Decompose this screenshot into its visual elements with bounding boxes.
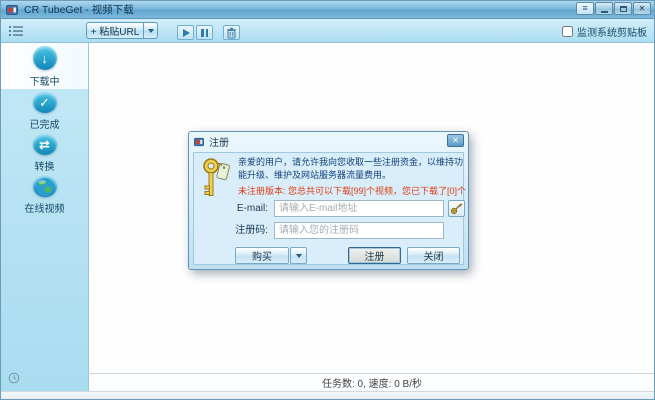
- maximize-button[interactable]: [614, 2, 632, 15]
- register-button[interactable]: 注册: [348, 247, 401, 264]
- app-icon: [6, 4, 18, 16]
- key-tag-icon: [202, 157, 232, 206]
- list-view-button[interactable]: [9, 25, 24, 37]
- delete-download-button[interactable]: [223, 25, 240, 40]
- minimize-icon: [601, 11, 608, 13]
- email-label: E-mail:: [194, 200, 268, 217]
- dialog-message: 亲爱的用户，请允许我向您收取一些注册资金，以维持功能升级、维护及网站服务器流量费…: [238, 156, 464, 182]
- status-text: 任务数: 0, 速度: 0 B/秒: [322, 375, 422, 390]
- toolbar: + 粘贴URL 监测系统剪贴板: [1, 19, 654, 43]
- key-icon: [450, 202, 463, 215]
- sidebar-item-convert[interactable]: ⇄ 转换: [1, 131, 88, 173]
- sidebar-item-label: 已完成: [30, 116, 60, 131]
- list-view-icon: [9, 25, 24, 37]
- clipboard-checkbox-label: 监测系统剪贴板: [577, 24, 647, 39]
- menu-icon: ≡: [582, 4, 587, 13]
- pause-download-button[interactable]: [196, 25, 213, 40]
- clipboard-monitor-control: 监测系统剪贴板: [562, 24, 647, 39]
- menu-button[interactable]: ≡: [576, 2, 594, 15]
- dialog-warning: 未注册版本: 您总共可以下载[99]个视频，您已下载了[0]个: [238, 184, 466, 197]
- window-bottom-frame: [1, 391, 654, 400]
- sidebar-item-downloading[interactable]: ↓ 下载中: [1, 43, 88, 89]
- regcode-field[interactable]: [274, 222, 444, 239]
- dialog-title: 注册: [209, 134, 229, 149]
- check-glyph: ✓: [39, 96, 50, 109]
- window-close-button[interactable]: ✕: [633, 2, 651, 15]
- close-icon: ✕: [639, 5, 646, 13]
- window-title: CR TubeGet - 视频下载: [24, 1, 134, 19]
- globe-icon: [33, 176, 57, 197]
- sidebar-item-label: 在线视频: [25, 200, 65, 215]
- download-icon: ↓: [33, 46, 57, 70]
- dialog-titlebar: 注册 ✕: [189, 132, 468, 151]
- buy-button[interactable]: 购买: [235, 247, 289, 264]
- trash-icon: [226, 27, 237, 39]
- convert-glyph: ⇄: [39, 138, 50, 151]
- play-icon: [183, 29, 190, 37]
- close-icon: ✕: [452, 136, 459, 145]
- convert-icon: ⇄: [33, 134, 57, 155]
- minimize-button[interactable]: [595, 2, 613, 15]
- paste-url-label: + 粘贴URL: [91, 27, 140, 38]
- sidebar-item-label: 转换: [35, 158, 55, 173]
- dialog-body: 亲爱的用户，请允许我向您收取一些注册资金，以维持功能升级、维护及网站服务器流量费…: [193, 152, 464, 265]
- email-field[interactable]: [274, 200, 444, 217]
- dialog-app-icon: [194, 137, 204, 147]
- titlebar: CR TubeGet - 视频下载 ≡ ✕: [1, 1, 654, 19]
- sidebar: ↓ 下载中 ✓ 已完成 ⇄ 转换 在线视频: [1, 43, 89, 391]
- dialog-close-action-button[interactable]: 关闭: [407, 247, 460, 264]
- window-controls: ≡ ✕: [576, 2, 651, 15]
- license-key-button[interactable]: [448, 200, 465, 217]
- clipboard-checkbox[interactable]: [562, 26, 573, 37]
- chevron-down-icon: [296, 254, 302, 258]
- paste-url-dropdown-button[interactable]: [143, 22, 158, 39]
- sidebar-item-online-video[interactable]: 在线视频: [1, 173, 88, 215]
- sidebar-item-label: 下载中: [30, 73, 60, 88]
- register-dialog: 注册 ✕ 亲爱的用户，请允许我向您收取一些注册资金，以维持功能升级、维护及网站服…: [188, 131, 469, 270]
- sidebar-item-completed[interactable]: ✓ 已完成: [1, 89, 88, 131]
- app-window: CR TubeGet - 视频下载 ≡ ✕ + 粘贴URL 监测系统剪贴板 ↓ …: [0, 0, 655, 400]
- chevron-down-icon: [148, 29, 154, 33]
- dialog-close-button[interactable]: ✕: [447, 134, 464, 147]
- download-glyph: ↓: [41, 52, 48, 65]
- paste-url-button[interactable]: + 粘贴URL: [86, 22, 143, 39]
- start-download-button[interactable]: [177, 25, 194, 40]
- pause-icon: [201, 29, 208, 37]
- clock-icon[interactable]: [8, 372, 20, 384]
- statusbar: 任务数: 0, 速度: 0 B/秒: [90, 373, 654, 391]
- regcode-label: 注册码:: [194, 222, 268, 239]
- check-icon: ✓: [33, 92, 57, 113]
- buy-label: 购买: [252, 252, 272, 263]
- maximize-icon: [620, 6, 627, 12]
- close-label: 关闭: [424, 252, 444, 263]
- register-label: 注册: [365, 252, 385, 263]
- buy-dropdown-button[interactable]: [290, 247, 307, 264]
